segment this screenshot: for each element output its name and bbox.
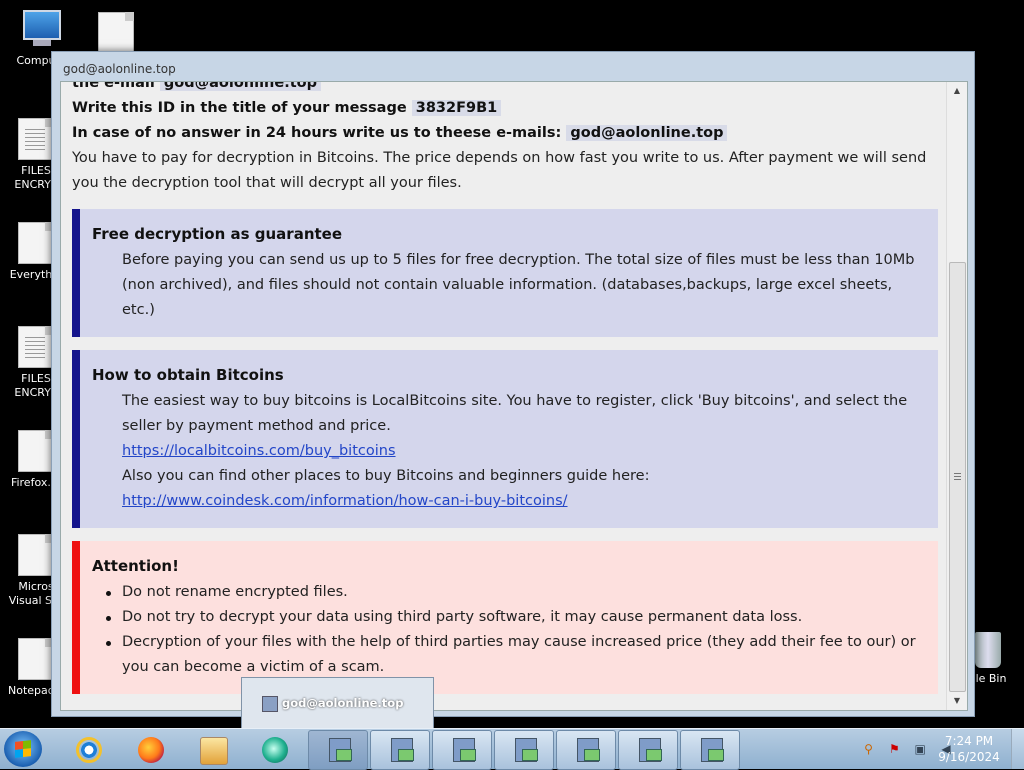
- network-icon[interactable]: ▣: [912, 741, 928, 757]
- file-icon: [98, 12, 134, 54]
- free-decryption-text: Before paying you can send us up to 5 fi…: [122, 252, 915, 318]
- email-line: the e-mail god@aolonline.top: [72, 82, 938, 96]
- clock[interactable]: 7:24 PM 9/16/2024: [934, 733, 1004, 765]
- attention-section: Attention! Do not rename encrypted files…: [72, 541, 938, 694]
- attention-list: Do not rename encrypted files. Do not tr…: [92, 580, 918, 680]
- preview-label: god@aolonline.top: [282, 696, 404, 710]
- window-title: god@aolonline.top: [63, 62, 176, 76]
- flag-alert-icon[interactable]: ⚑: [886, 741, 902, 757]
- text-file-icon: [18, 326, 54, 368]
- file-icon: [18, 430, 54, 472]
- backup-email-line: In case of no answer in 24 hours write u…: [72, 121, 938, 146]
- app-icon: [262, 696, 278, 712]
- ransom-note-window: god@aolonline.top the e-mail god@aolonli…: [51, 51, 975, 717]
- recycle-bin-icon: [975, 632, 1001, 668]
- taskbar-task-1[interactable]: [308, 730, 368, 770]
- window-client-area: the e-mail god@aolonline.top Write this …: [60, 81, 968, 711]
- scroll-up-arrow-icon[interactable]: ▲: [947, 82, 967, 100]
- taskbar-preview[interactable]: god@aolonline.top: [241, 677, 434, 729]
- scrollbar-thumb[interactable]: [949, 262, 966, 692]
- taskbar-app-green[interactable]: [252, 731, 298, 767]
- start-button[interactable]: [4, 731, 42, 767]
- taskbar-task-5[interactable]: [556, 730, 616, 770]
- id-line-text: Write this ID in the title of your messa…: [72, 100, 407, 116]
- victim-id: 3832F9B1: [411, 100, 502, 116]
- clock-time: 7:24 PM: [944, 734, 994, 748]
- installer-icon: [639, 738, 662, 762]
- installer-icon: [515, 738, 538, 762]
- id-line: Write this ID in the title of your messa…: [72, 96, 938, 121]
- bitcoins-title: How to obtain Bitcoins: [92, 366, 284, 384]
- installer-icon: [329, 738, 352, 762]
- taskbar-task-4[interactable]: [494, 730, 554, 770]
- installer-icon: [391, 738, 414, 762]
- file-icon: [18, 638, 54, 680]
- attention-item: Do not rename encrypted files.: [106, 580, 918, 605]
- media-player-icon: [200, 737, 228, 765]
- grip-icon: [954, 473, 961, 481]
- taskbar-media-player[interactable]: [190, 731, 236, 767]
- app-icon: [262, 737, 288, 763]
- taskbar-task-6[interactable]: [618, 730, 678, 770]
- attention-item: Decryption of your files with the help o…: [106, 630, 918, 680]
- free-decryption-section: Free decryption as guarantee Before payi…: [72, 209, 938, 337]
- backup-email-text: In case of no answer in 24 hours write u…: [72, 125, 562, 141]
- taskbar-task-3[interactable]: [432, 730, 492, 770]
- free-decryption-title: Free decryption as guarantee: [92, 225, 343, 243]
- intro-paragraph: You have to pay for decryption in Bitcoi…: [72, 150, 927, 191]
- file-icon: [18, 222, 54, 264]
- installer-icon: [577, 738, 600, 762]
- taskbar-task-7[interactable]: [680, 730, 740, 770]
- installer-icon: [453, 738, 476, 762]
- bitcoins-text: The easiest way to buy bitcoins is Local…: [122, 393, 908, 434]
- message-content: the e-mail god@aolonline.top Write this …: [61, 82, 947, 710]
- internet-explorer-icon: [76, 737, 102, 763]
- taskbar-task-2[interactable]: [370, 730, 430, 770]
- localbitcoins-link[interactable]: https://localbitcoins.com/buy_bitcoins: [122, 443, 396, 459]
- text-file-icon: [18, 118, 54, 160]
- backup-email: god@aolonline.top: [566, 125, 728, 141]
- taskbar-firefox[interactable]: [128, 731, 174, 767]
- vertical-scrollbar[interactable]: ▲ ▼: [946, 82, 967, 710]
- computer-icon: [19, 10, 61, 50]
- firefox-icon: [138, 737, 164, 763]
- installer-icon: [701, 738, 724, 762]
- bitcoins-section: How to obtain Bitcoins The easiest way t…: [72, 350, 938, 528]
- email-line-text: the e-mail: [72, 82, 155, 91]
- coindesk-link[interactable]: http://www.coindesk.com/information/how-…: [122, 493, 568, 509]
- show-desktop-button[interactable]: [1011, 729, 1024, 769]
- file-icon: [18, 534, 54, 576]
- bitcoins-guide-text: Also you can find other places to buy Bi…: [122, 468, 650, 484]
- windows-logo-icon: [15, 740, 31, 758]
- clock-date: 9/16/2024: [938, 750, 1000, 764]
- search-icon[interactable]: ⚲: [861, 741, 877, 757]
- taskbar-internet-explorer[interactable]: [66, 731, 112, 767]
- attention-title: Attention!: [92, 557, 179, 575]
- scroll-down-arrow-icon[interactable]: ▼: [947, 692, 967, 710]
- contact-email: god@aolonline.top: [159, 82, 321, 91]
- taskbar: ⚲ ⚑ ▣ ◀ 7:24 PM 9/16/2024: [0, 728, 1024, 770]
- attention-item: Do not try to decrypt your data using th…: [106, 605, 918, 630]
